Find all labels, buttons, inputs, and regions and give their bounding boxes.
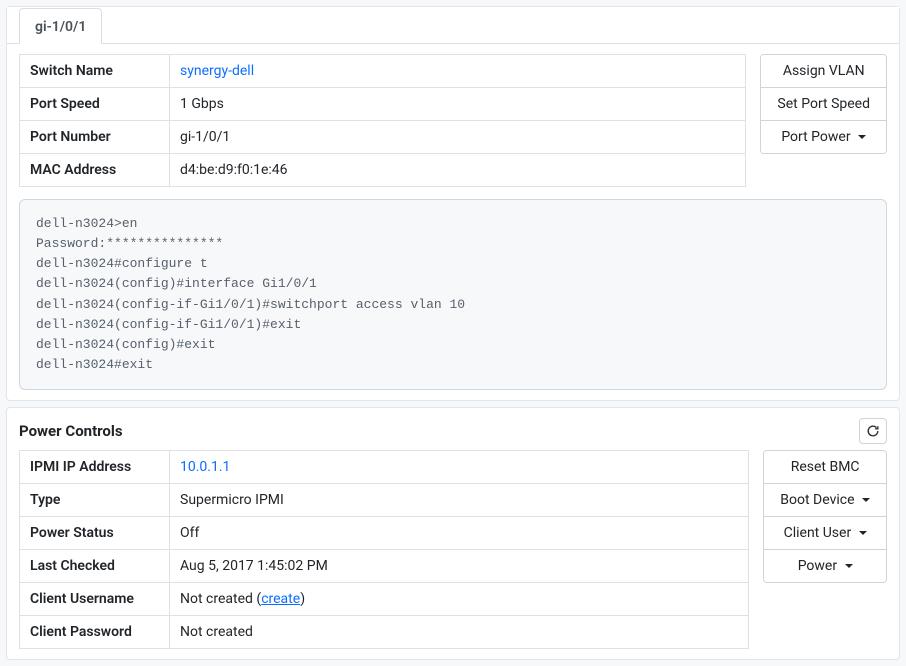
client-user-dropdown[interactable]: Client User — [764, 516, 886, 549]
port-power-dropdown[interactable]: Port Power — [761, 120, 886, 153]
last-checked-value: Aug 5, 2017 1:45:02 PM — [170, 550, 749, 583]
chevron-down-icon — [845, 564, 853, 568]
port-tab-label: gi-1/0/1 — [35, 19, 86, 35]
client-password-value: Not created — [170, 616, 749, 649]
last-checked-label: Last Checked — [20, 550, 170, 583]
terminal-output: dell-n3024>en Password:*************** d… — [19, 199, 887, 390]
boot-device-dropdown[interactable]: Boot Device — [764, 483, 886, 516]
power-controls-panel: Power Controls IPMI IP Address 10.0.1.1 … — [6, 407, 900, 660]
table-row: Port Number gi-1/0/1 — [20, 121, 746, 154]
power-status-value: Off — [170, 517, 749, 550]
port-info-table: Switch Name synergy-dell Port Speed 1 Gb… — [19, 54, 746, 187]
power-action-buttons: Reset BMC Boot Device Client User Power — [763, 450, 887, 583]
power-dropdown[interactable]: Power — [764, 549, 886, 582]
reset-bmc-button[interactable]: Reset BMC — [764, 451, 886, 483]
port-tab-row: gi-1/0/1 — [7, 7, 899, 44]
port-speed-label: Port Speed — [20, 88, 170, 121]
port-panel: gi-1/0/1 Switch Name synergy-dell Port S… — [6, 6, 900, 401]
power-info-table: IPMI IP Address 10.0.1.1 Type Supermicro… — [19, 450, 749, 649]
client-username-label: Client Username — [20, 583, 170, 616]
table-row: Last Checked Aug 5, 2017 1:45:02 PM — [20, 550, 749, 583]
mac-address-value: d4:be:d9:f0:1e:46 — [170, 154, 746, 187]
table-row: Type Supermicro IPMI — [20, 484, 749, 517]
port-speed-value: 1 Gbps — [170, 88, 746, 121]
power-status-label: Power Status — [20, 517, 170, 550]
client-password-label: Client Password — [20, 616, 170, 649]
table-row: Switch Name synergy-dell — [20, 55, 746, 88]
port-number-value: gi-1/0/1 — [170, 121, 746, 154]
ipmi-type-label: Type — [20, 484, 170, 517]
set-port-speed-button[interactable]: Set Port Speed — [761, 87, 886, 120]
mac-address-label: MAC Address — [20, 154, 170, 187]
switch-name-link[interactable]: synergy-dell — [180, 63, 254, 79]
table-row: Client Username Not created (create) — [20, 583, 749, 616]
table-row: Power Status Off — [20, 517, 749, 550]
table-row: MAC Address d4:be:d9:f0:1e:46 — [20, 154, 746, 187]
client-username-value: Not created (create) — [170, 583, 749, 616]
switch-name-label: Switch Name — [20, 55, 170, 88]
table-row: IPMI IP Address 10.0.1.1 — [20, 451, 749, 484]
port-number-label: Port Number — [20, 121, 170, 154]
assign-vlan-button[interactable]: Assign VLAN — [761, 55, 886, 87]
port-action-buttons: Assign VLAN Set Port Speed Port Power — [760, 54, 887, 154]
table-row: Client Password Not created — [20, 616, 749, 649]
ipmi-ip-label: IPMI IP Address — [20, 451, 170, 484]
port-tab[interactable]: gi-1/0/1 — [19, 8, 102, 44]
create-client-user-link[interactable]: create — [261, 591, 300, 607]
chevron-down-icon — [859, 531, 867, 535]
table-row: Port Speed 1 Gbps — [20, 88, 746, 121]
chevron-down-icon — [862, 498, 870, 502]
chevron-down-icon — [858, 135, 866, 139]
refresh-button[interactable] — [859, 418, 887, 444]
refresh-icon — [866, 424, 880, 438]
power-controls-title: Power Controls — [19, 422, 123, 440]
ipmi-type-value: Supermicro IPMI — [170, 484, 749, 517]
ipmi-ip-link[interactable]: 10.0.1.1 — [180, 459, 230, 475]
